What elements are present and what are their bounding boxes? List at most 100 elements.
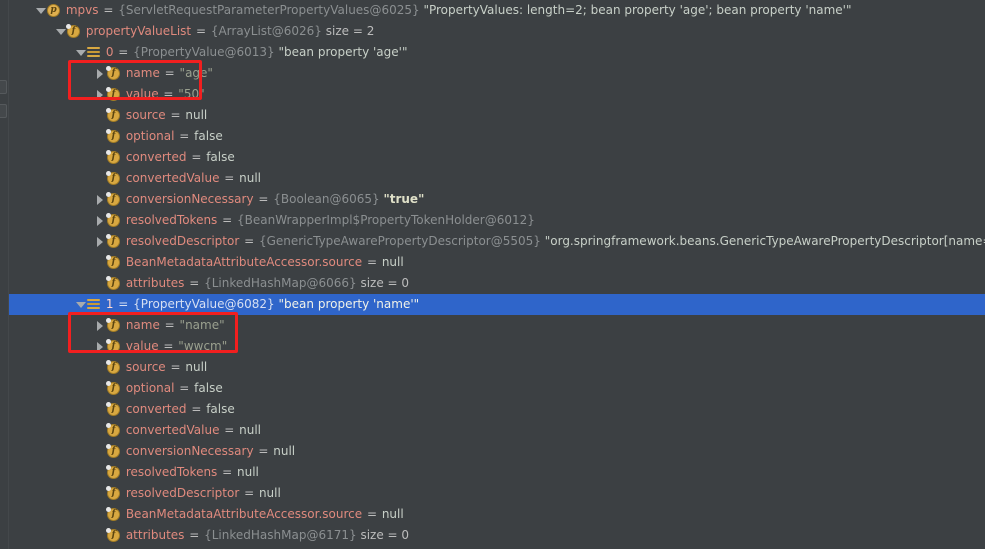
tree-row[interactable]: f resolvedDescriptor = {GenericTypeAware… (9, 231, 985, 252)
tree-row-type: {PropertyValue@6013} (133, 45, 275, 59)
tree-row-name: BeanMetadataAttributeAccessor.source (125, 255, 363, 269)
no-chevron-spacer (95, 525, 106, 546)
equals-sign: = (166, 360, 185, 374)
tree-row-value: null (237, 465, 259, 479)
tree-row[interactable]: f resolvedTokens = null (9, 462, 985, 483)
tree-row-name: converted (125, 402, 187, 416)
tree-row[interactable]: f BeanMetadataAttributeAccessor.source =… (9, 252, 985, 273)
chevron-right-icon[interactable] (95, 189, 106, 210)
no-chevron-spacer (95, 126, 106, 147)
tree-row-value: null (185, 360, 208, 374)
tree-row-content: f converted = false (9, 147, 235, 168)
equals-sign: = (99, 3, 118, 17)
equals-sign: = (185, 528, 204, 542)
tree-row[interactable]: f source = null (9, 357, 985, 378)
field-icon: f (106, 483, 122, 504)
tree-row-value: "wwcm" (178, 339, 228, 353)
field-icon: f (106, 63, 122, 84)
list-element-icon (86, 294, 102, 315)
tree-row[interactable]: f value = "50" (9, 84, 985, 105)
field-icon: f (106, 231, 122, 252)
chevron-right-icon[interactable] (95, 231, 106, 252)
tree-row[interactable]: f BeanMetadataAttributeAccessor.source =… (9, 504, 985, 525)
debugger-variables-panel: p mpvs = {ServletRequestParameterPropert… (0, 0, 985, 549)
tree-row-type: {ArrayList@6026} (210, 24, 322, 38)
tree-row-content: f resolvedTokens = {BeanWrapperImpl$Prop… (9, 210, 535, 231)
tree-row[interactable]: f converted = false (9, 147, 985, 168)
variables-tree[interactable]: p mpvs = {ServletRequestParameterPropert… (9, 0, 985, 549)
tree-row-value: "50" (178, 87, 205, 101)
field-icon: f (106, 105, 122, 126)
tree-row[interactable]: f conversionNecessary = null (9, 441, 985, 462)
equals-sign: = (240, 234, 258, 248)
field-icon: f (106, 147, 122, 168)
tree-row[interactable]: f resolvedDescriptor = null (9, 483, 985, 504)
tree-row-value: false (206, 402, 235, 416)
chevron-right-icon[interactable] (95, 84, 106, 105)
tree-row[interactable]: f conversionNecessary = {Boolean@6065} "… (9, 189, 985, 210)
chevron-down-icon[interactable] (75, 294, 86, 315)
gutter-mark-lower[interactable] (0, 104, 7, 118)
tree-row-name: value (125, 339, 159, 353)
tree-row-value: null (381, 507, 404, 521)
equals-sign: = (218, 213, 236, 227)
tree-row-name: mpvs (65, 3, 99, 17)
field-icon: f (106, 252, 122, 273)
chevron-right-icon[interactable] (95, 210, 106, 231)
equals-sign: = (220, 423, 239, 437)
tree-row[interactable]: f optional = false (9, 378, 985, 399)
chevron-right-icon[interactable] (95, 315, 106, 336)
tree-row[interactable]: f propertyValueList = {ArrayList@6026} s… (9, 21, 985, 42)
tree-row-value: "bean property 'age'" (278, 45, 408, 59)
tree-row-content: f value = "50" (9, 84, 205, 105)
tree-row-type: {GenericTypeAwarePropertyDescriptor@5505… (258, 234, 541, 248)
list-element-icon (86, 42, 102, 63)
tree-row-value: null (185, 108, 208, 122)
chevron-down-icon[interactable] (75, 42, 86, 63)
tree-row-content: f source = null (9, 105, 207, 126)
tree-row[interactable]: 0 = {PropertyValue@6013} "bean property … (9, 42, 985, 63)
tree-row-name: source (125, 108, 166, 122)
tree-row-content: f optional = false (9, 126, 223, 147)
tree-row-name: BeanMetadataAttributeAccessor.source (125, 507, 363, 521)
tree-row[interactable]: f convertedValue = null (9, 168, 985, 189)
tree-row[interactable]: f attributes = {LinkedHashMap@6171} size… (9, 525, 985, 546)
tree-row[interactable]: 1 = {PropertyValue@6082} "bean property … (9, 294, 985, 315)
gutter-mark-upper[interactable] (0, 80, 7, 94)
field-icon: f (106, 315, 122, 336)
chevron-right-icon[interactable] (95, 336, 106, 357)
tree-row-name: converted (125, 150, 187, 164)
equals-sign: = (254, 444, 273, 458)
tree-row[interactable]: f name = "age" (9, 63, 985, 84)
tree-row-content: f value = "wwcm" (9, 336, 227, 357)
tree-row-size: size = 0 (360, 528, 410, 542)
chevron-down-icon[interactable] (35, 0, 46, 21)
tree-row-content: f resolvedDescriptor = null (9, 483, 281, 504)
tree-row[interactable]: p mpvs = {ServletRequestParameterPropert… (9, 0, 985, 21)
tree-row[interactable]: f converted = false (9, 399, 985, 420)
field-icon: f (106, 378, 122, 399)
tree-row[interactable]: f attributes = {LinkedHashMap@6066} size… (9, 273, 985, 294)
tree-row[interactable]: f optional = false (9, 126, 985, 147)
tree-row-type: {Boolean@6065} (273, 192, 380, 206)
tree-row-content: 0 = {PropertyValue@6013} "bean property … (9, 42, 407, 63)
tree-row[interactable]: f source = null (9, 105, 985, 126)
tree-row-type: {BeanWrapperImpl$PropertyTokenHolder@601… (237, 213, 535, 227)
chevron-right-icon[interactable] (95, 63, 106, 84)
chevron-down-icon[interactable] (55, 21, 66, 42)
tree-row[interactable]: f name = "name" (9, 315, 985, 336)
tree-row[interactable]: f resolvedTokens = {BeanWrapperImpl$Prop… (9, 210, 985, 231)
equals-sign: = (175, 129, 194, 143)
tree-row-name: value (125, 87, 159, 101)
tree-row[interactable]: f convertedValue = null (9, 420, 985, 441)
tree-row-content: f name = "age" (9, 63, 213, 84)
field-icon: f (106, 126, 122, 147)
no-chevron-spacer (95, 105, 106, 126)
tree-row[interactable]: f value = "wwcm" (9, 336, 985, 357)
no-chevron-spacer (95, 252, 106, 273)
tree-row-content: f BeanMetadataAttributeAccessor.source =… (9, 252, 404, 273)
no-chevron-spacer (95, 273, 106, 294)
tree-row-value: "true" (383, 192, 425, 206)
tree-row-name: resolvedTokens (125, 465, 218, 479)
equals-sign: = (254, 192, 273, 206)
